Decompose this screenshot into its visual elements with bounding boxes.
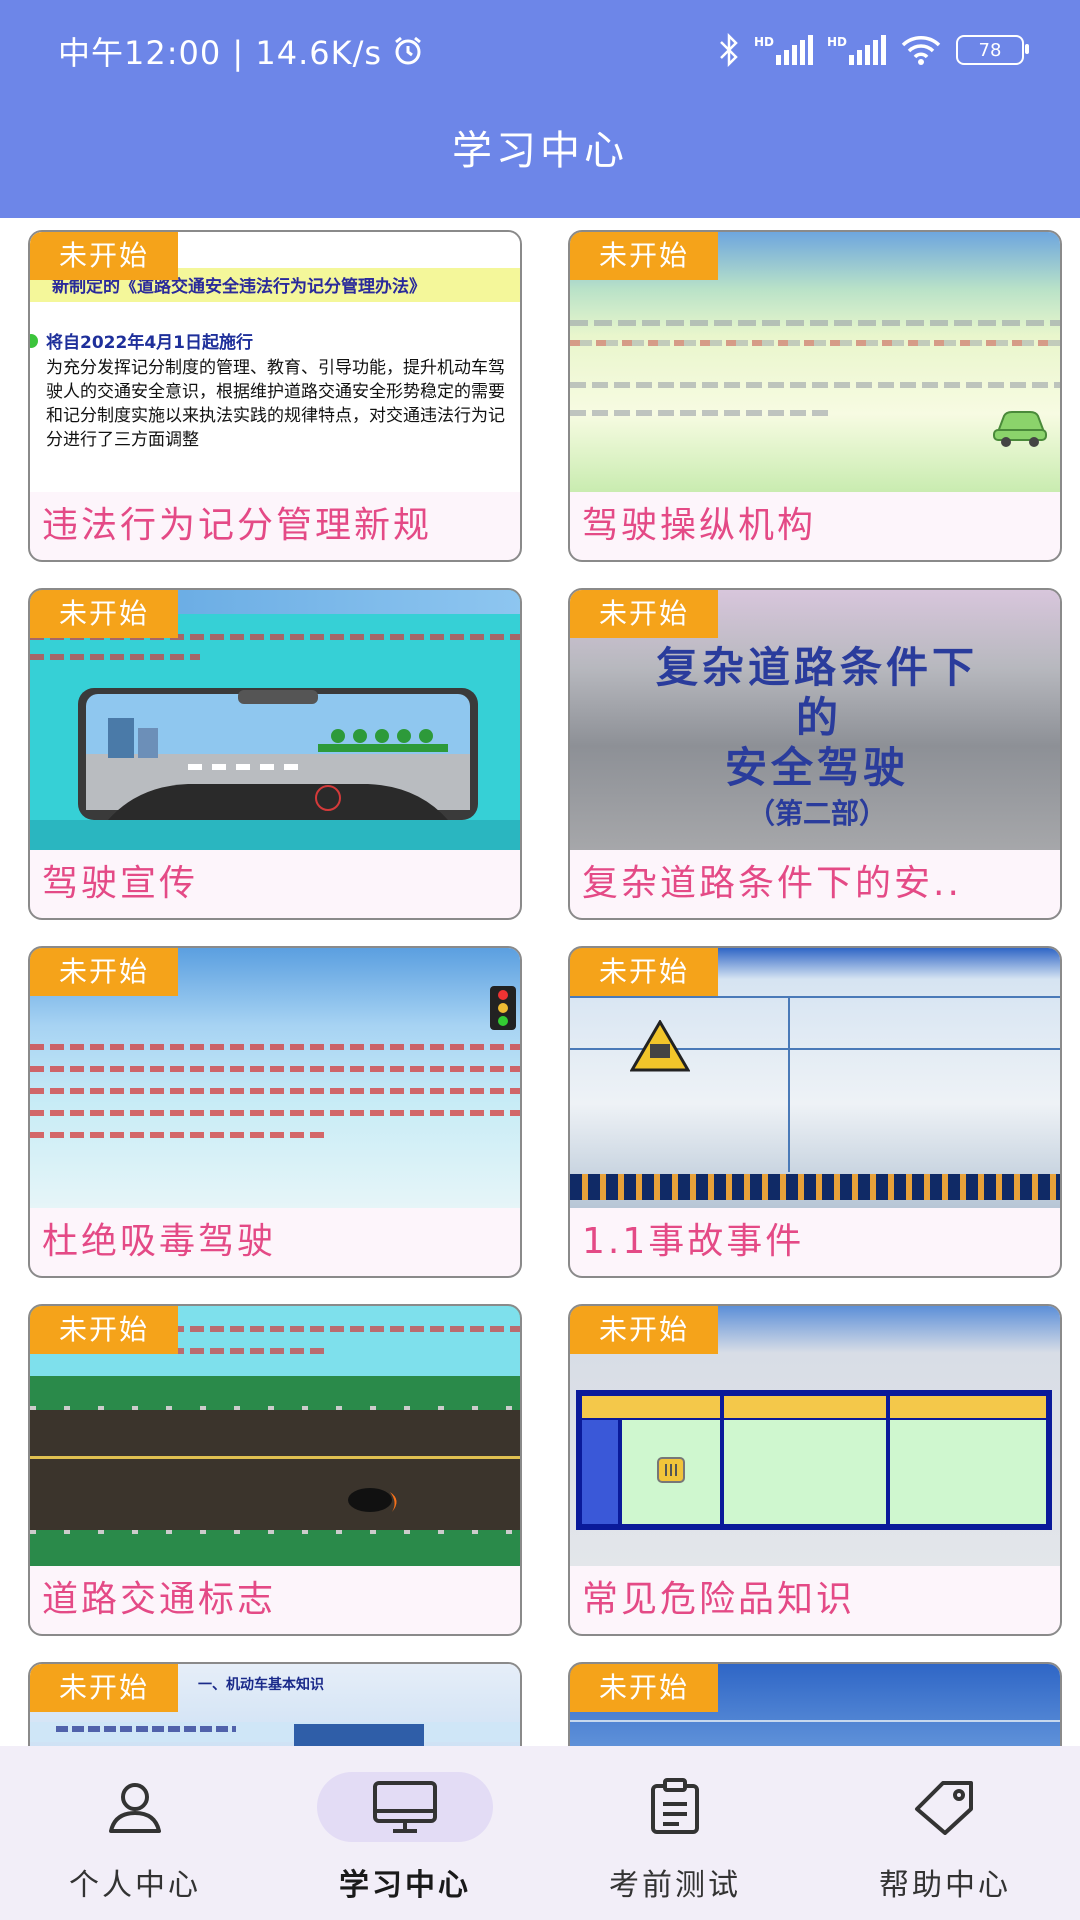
bluetooth-icon <box>720 33 738 67</box>
app-header: 中午12:00 | 14.6K/s HD HD 78 学习中心 <box>0 0 1080 218</box>
thumbnail-heading: 一、机动车基本知识 <box>198 1677 324 1693</box>
course-title: 常见危险品知识 <box>582 1579 856 1620</box>
course-card[interactable]: 未开始 驾驶宣传 <box>28 588 522 920</box>
status-badge: 未开始 <box>30 948 178 996</box>
status-badge: 未开始 <box>30 1306 178 1354</box>
fog-lamp-icon <box>657 1457 685 1483</box>
status-time: 中午12:00 | 14.6K/s <box>58 34 383 72</box>
status-badge: 未开始 <box>30 590 178 638</box>
course-card[interactable]: 未开始 1.1事故事件 <box>568 946 1062 1278</box>
signal-icon: HD <box>827 35 886 65</box>
status-badge: 未开始 <box>570 590 718 638</box>
signal-icon: HD <box>754 35 813 65</box>
course-title: 复杂道路条件下的安.. <box>582 863 962 904</box>
nav-item-test[interactable]: 考前测试 <box>540 1746 810 1920</box>
clipboard-icon <box>651 1778 699 1834</box>
nav-item-learning[interactable]: 学习中心 <box>270 1746 540 1920</box>
nav-icon-container <box>47 1772 223 1842</box>
thumbnail-heading-line3: 安全驾驶 <box>724 743 909 792</box>
course-title: 违法行为记分管理新规 <box>42 505 433 546</box>
alarm-icon <box>395 36 421 65</box>
status-badge: 未开始 <box>570 948 718 996</box>
course-card[interactable]: 未开始 杜绝吸毒驾驶 <box>28 946 522 1278</box>
thumbnail-heading-line4: （第二部） <box>746 797 887 830</box>
user-icon <box>109 1783 161 1833</box>
nav-label: 个人中心 <box>69 1868 201 1903</box>
status-badge: 未开始 <box>570 1306 718 1354</box>
status-bar: 中午12:00 | 14.6K/s HD HD 78 <box>0 0 1080 100</box>
status-badge: 未开始 <box>570 1664 718 1712</box>
status-badge: 未开始 <box>570 232 718 280</box>
status-badge: 未开始 <box>30 1664 178 1712</box>
course-card[interactable]: 未开始 <box>568 1662 1062 1746</box>
thumbnail-body-text: 为充分发挥记分制度的管理、教育、引导功能，提升机动车驾驶人的交通安全意识，根据维… <box>46 358 505 450</box>
page-title: 学习中心 <box>452 128 628 174</box>
wifi-icon <box>901 36 941 65</box>
course-card[interactable]: 一、机动车基本知识 未开始 <box>28 1662 522 1746</box>
nav-item-personal[interactable]: 个人中心 <box>0 1746 270 1920</box>
bottom-navigation: 个人中心 学习中心 考前测试 帮助中心 <box>0 1746 1080 1920</box>
course-card[interactable]: 新制定的《道路交通安全违法行为记分管理办法》 将自2022年4月1日起施行 为充… <box>28 230 522 562</box>
nav-icon-container <box>317 1772 493 1842</box>
thumbnail-date-text: 将自2022年4月1日起施行 <box>46 333 253 353</box>
nav-icon-container <box>857 1772 1033 1842</box>
course-title: 1.1事故事件 <box>582 1221 805 1262</box>
car-illustration <box>993 411 1047 447</box>
course-title: 驾驶操纵机构 <box>582 505 817 546</box>
car-illustration <box>348 1488 397 1512</box>
course-title: 道路交通标志 <box>42 1579 277 1620</box>
course-card[interactable]: 复杂道路条件下 的 安全驾驶 （第二部） 未开始 复杂道路条件下的安.. <box>568 588 1062 920</box>
tag-icon <box>915 1781 973 1835</box>
course-title: 杜绝吸毒驾驶 <box>42 1221 277 1262</box>
course-card[interactable]: 未开始 驾驶操纵机构 <box>568 230 1062 562</box>
nav-label: 考前测试 <box>609 1868 741 1903</box>
monitor-icon <box>373 1781 437 1833</box>
nav-item-help[interactable]: 帮助中心 <box>810 1746 1080 1920</box>
status-badge: 未开始 <box>30 232 178 280</box>
nav-label: 帮助中心 <box>879 1868 1011 1903</box>
battery-icon: 78 <box>956 35 1029 65</box>
course-card[interactable]: 未开始 常见危险品知识 <box>568 1304 1062 1636</box>
warning-sign-icon <box>630 1020 690 1072</box>
nav-label: 学习中心 <box>339 1868 471 1903</box>
traffic-light-icon <box>490 986 516 1030</box>
windshield-illustration <box>78 688 478 820</box>
course-title: 驾驶宣传 <box>42 863 199 904</box>
course-grid: 新制定的《道路交通安全违法行为记分管理办法》 将自2022年4月1日起施行 为充… <box>0 218 1080 1746</box>
nav-icon-container <box>587 1772 763 1842</box>
course-card[interactable]: 未开始 道路交通标志 <box>28 1304 522 1636</box>
